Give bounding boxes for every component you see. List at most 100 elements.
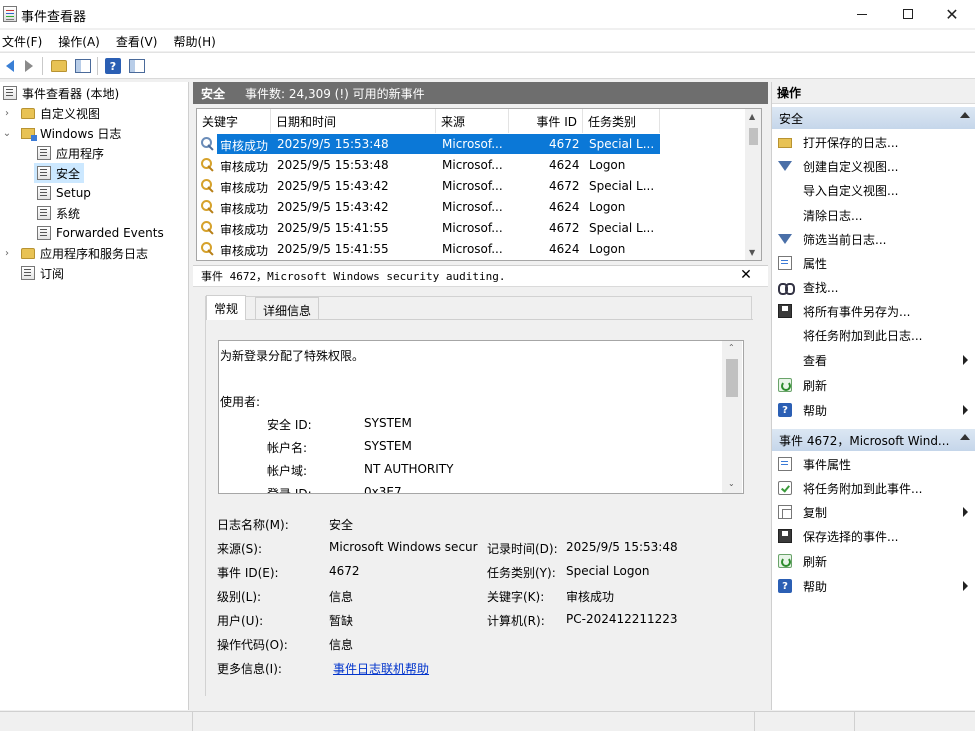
action-label: 事件属性 bbox=[803, 457, 852, 472]
cell-keyword: 审核成功 bbox=[220, 223, 269, 237]
status-cell bbox=[0, 712, 193, 731]
action-label: 查看 bbox=[803, 353, 828, 368]
tree-item-system[interactable]: 系统 bbox=[34, 203, 80, 223]
forward-arrow-icon bbox=[25, 60, 33, 72]
windows-logs-folder-icon bbox=[21, 127, 37, 141]
event-viewer-icon bbox=[3, 86, 17, 100]
minimize-icon bbox=[857, 13, 867, 15]
action-save-selected-events[interactable]: 保存选择的事件... bbox=[772, 524, 975, 548]
actions-section-security[interactable]: 安全 bbox=[772, 107, 975, 129]
action-event-properties[interactable]: 事件属性 bbox=[772, 452, 975, 476]
level-label: 级别(L): bbox=[217, 590, 262, 604]
action-help[interactable]: ? 帮助 bbox=[772, 398, 975, 422]
description-scrollbar[interactable]: ⌃ ⌄ bbox=[722, 341, 742, 493]
maximize-button[interactable] bbox=[885, 0, 931, 28]
action-import-custom-view[interactable]: 导入自定义视图... bbox=[772, 178, 975, 202]
opcode-label: 操作代码(O): bbox=[217, 638, 288, 652]
show-hide-tree-button[interactable] bbox=[73, 57, 93, 75]
scroll-thumb[interactable] bbox=[726, 359, 738, 397]
tab-general[interactable]: 常规 bbox=[206, 295, 247, 320]
action-label: 筛选当前日志... bbox=[803, 232, 887, 247]
column-header-task-category[interactable]: 任务类别 bbox=[583, 109, 660, 133]
action-save-all-events[interactable]: 将所有事件另存为... bbox=[772, 299, 975, 323]
scroll-down-icon[interactable]: ▼ bbox=[749, 248, 755, 257]
back-button[interactable] bbox=[0, 57, 20, 75]
tree-item-label: 订阅 bbox=[40, 266, 65, 281]
tree-item-setup[interactable]: Setup bbox=[34, 183, 91, 203]
up-level-button[interactable] bbox=[49, 57, 69, 75]
menu-action[interactable]: 操作(A) bbox=[56, 30, 108, 51]
tree-item-app-service-logs[interactable]: › 应用程序和服务日志 bbox=[0, 243, 148, 263]
column-header-source[interactable]: 来源 bbox=[436, 109, 509, 133]
table-row[interactable]: 审核成功 2025/9/5 15:53:48 Microsof... 4672 … bbox=[197, 134, 745, 155]
column-header-datetime[interactable]: 日期和时间 bbox=[271, 109, 436, 133]
key-icon bbox=[201, 242, 215, 256]
tree-item-label: 应用程序 bbox=[56, 146, 105, 161]
collapse-caret-icon[interactable] bbox=[960, 434, 970, 440]
menu-view[interactable]: 查看(V) bbox=[114, 30, 166, 51]
action-refresh[interactable]: 刷新 bbox=[772, 373, 975, 397]
account-name-label: 帐户名: bbox=[267, 441, 308, 455]
action-create-custom-view[interactable]: 创建自定义视图... bbox=[772, 154, 975, 178]
action-properties[interactable]: 属性 bbox=[772, 251, 975, 275]
menu-file[interactable]: 文件(F) bbox=[0, 30, 50, 51]
action-find[interactable]: 查找... bbox=[772, 275, 975, 299]
action-view[interactable]: 查看 bbox=[772, 348, 975, 372]
scroll-up-icon[interactable]: ▲ bbox=[749, 112, 755, 121]
action-attach-task-to-event[interactable]: 将任务附加到此事件... bbox=[772, 476, 975, 500]
tab-details[interactable]: 详细信息 bbox=[255, 297, 320, 320]
action-copy[interactable]: 复制 bbox=[772, 500, 975, 524]
chevron-right-icon[interactable]: › bbox=[2, 108, 12, 119]
event-list[interactable]: 关键字 日期和时间 来源 事件 ID 任务类别 审核成功 2025/9/5 15… bbox=[196, 108, 762, 261]
close-button[interactable]: ✕ bbox=[929, 0, 975, 28]
folder-icon bbox=[21, 107, 35, 119]
action-clear-log[interactable]: 清除日志... bbox=[772, 203, 975, 227]
table-row[interactable]: 审核成功 2025/9/5 15:41:55 Microsof... 4624 … bbox=[197, 239, 745, 260]
menu-help[interactable]: 帮助(H) bbox=[171, 30, 223, 51]
actions-section-event[interactable]: 事件 4672，Microsoft Wind... bbox=[772, 429, 975, 451]
cell-source: Microsof... bbox=[442, 179, 503, 193]
action-refresh-event[interactable]: 刷新 bbox=[772, 549, 975, 573]
chevron-down-icon[interactable]: ⌄ bbox=[2, 128, 12, 139]
column-header-keywords[interactable]: 关键字 bbox=[197, 109, 271, 133]
maximize-icon bbox=[903, 9, 913, 19]
event-list-scrollbar[interactable]: ▲ ▼ bbox=[745, 109, 761, 260]
action-filter-current-log[interactable]: 筛选当前日志... bbox=[772, 227, 975, 251]
binoculars-icon bbox=[778, 280, 795, 295]
close-detail-icon[interactable]: ✕ bbox=[739, 268, 753, 282]
tree-item-local[interactable]: 事件查看器 (本地) bbox=[0, 83, 188, 103]
table-row[interactable]: 审核成功 2025/9/5 15:43:42 Microsof... 4672 … bbox=[197, 176, 745, 197]
computer-label: 计算机(R): bbox=[487, 614, 545, 628]
tree-item-application[interactable]: 应用程序 bbox=[34, 143, 104, 163]
event-description-box[interactable]: 为新登录分配了特殊权限。 使用者: 安全 ID: SYSTEM 帐户名: SYS… bbox=[218, 340, 744, 494]
column-header-event-id[interactable]: 事件 ID bbox=[509, 109, 583, 133]
tree-item-subscriptions[interactable]: 订阅 bbox=[0, 263, 64, 283]
level-value: 信息 bbox=[329, 590, 354, 604]
tree-item-security[interactable]: 安全 bbox=[34, 163, 85, 183]
scroll-up-icon[interactable]: ⌃ bbox=[728, 343, 735, 352]
tree-item-forwarded-events[interactable]: Forwarded Events bbox=[34, 223, 164, 243]
logged-label: 记录时间(D): bbox=[487, 542, 558, 556]
table-row[interactable]: 审核成功 2025/9/5 15:53:48 Microsof... 4624 … bbox=[197, 155, 745, 176]
show-action-pane-button[interactable] bbox=[127, 57, 147, 75]
scroll-thumb[interactable] bbox=[749, 128, 758, 145]
refresh-icon bbox=[778, 554, 792, 568]
chevron-right-icon[interactable]: › bbox=[2, 248, 12, 259]
collapse-caret-icon[interactable] bbox=[960, 112, 970, 118]
scroll-down-icon[interactable]: ⌄ bbox=[728, 479, 735, 488]
forward-button[interactable] bbox=[19, 57, 39, 75]
table-row[interactable]: 审核成功 2025/9/5 15:43:42 Microsof... 4624 … bbox=[197, 197, 745, 218]
action-attach-task-to-log[interactable]: 将任务附加到此日志... bbox=[772, 323, 975, 347]
cell-keyword: 审核成功 bbox=[220, 137, 269, 154]
help-button[interactable]: ? bbox=[103, 57, 123, 75]
action-label: 属性 bbox=[803, 256, 828, 271]
minimize-button[interactable] bbox=[839, 0, 885, 28]
log-icon bbox=[37, 186, 51, 200]
online-help-link[interactable]: 事件日志联机帮助 bbox=[333, 660, 429, 677]
tree-item-custom-views[interactable]: › 自定义视图 bbox=[0, 103, 100, 123]
help-icon: ? bbox=[778, 403, 792, 417]
table-row[interactable]: 审核成功 2025/9/5 15:41:55 Microsof... 4672 … bbox=[197, 218, 745, 239]
action-help-event[interactable]: ? 帮助 bbox=[772, 574, 975, 598]
action-open-saved-log[interactable]: 打开保存的日志... bbox=[772, 130, 975, 154]
tree-item-windows-logs[interactable]: ⌄ Windows 日志 bbox=[0, 123, 121, 143]
